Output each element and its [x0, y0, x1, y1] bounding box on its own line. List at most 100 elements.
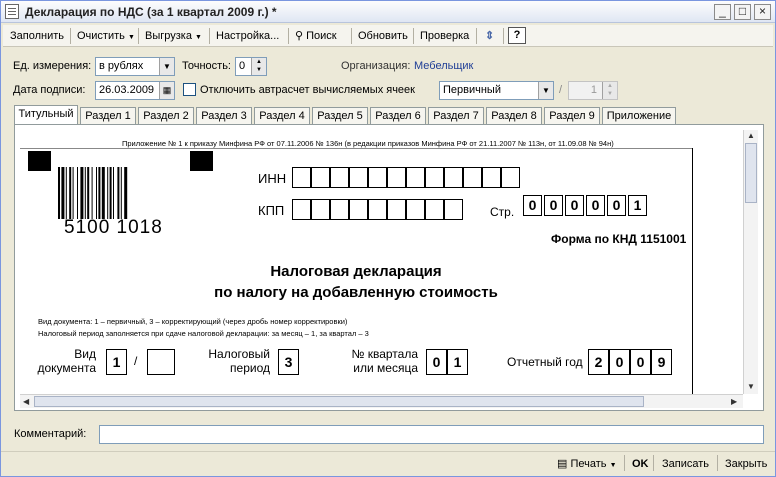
tab-section-7[interactable]: Раздел 7 [428, 107, 484, 124]
doc-kind-select[interactable]: Первичный ▼ [439, 81, 554, 100]
tab-section-6[interactable]: Раздел 6 [370, 107, 426, 124]
declaration-title-line1: Налоговая декларация [270, 263, 442, 280]
kpp-cell[interactable] [406, 199, 425, 220]
upload-button[interactable]: Выгрузка ▼ [140, 27, 207, 45]
doc-kind-label: Вид документа [30, 347, 96, 375]
page-digit: 0 [523, 195, 542, 216]
binoculars-icon: ⚲ [295, 30, 304, 42]
scroll-down-arrow-icon[interactable]: ▼ [747, 382, 755, 391]
scroll-left-arrow-icon[interactable]: ◀ [23, 397, 29, 406]
print-button[interactable]: ▤ Печать ▼ [551, 455, 623, 473]
precision-spinner[interactable]: 0 ▲ ▼ [235, 57, 267, 76]
kpp-cell[interactable] [349, 199, 368, 220]
chevron-down-icon: ▼ [609, 462, 617, 469]
kpp-cell[interactable] [444, 199, 463, 220]
horizontal-scrollbar[interactable]: ◀ ▶ [20, 394, 743, 408]
check-button[interactable]: Проверка [415, 27, 474, 45]
autocalc-checkbox[interactable] [183, 83, 196, 96]
clear-button[interactable]: Очистить ▼ [72, 27, 140, 45]
org-label: Организация: [341, 60, 411, 72]
tab-section-5[interactable]: Раздел 5 [312, 107, 368, 124]
quarter-digit[interactable]: 1 [447, 349, 468, 375]
date-field[interactable]: 26.03.2009 ▦ [95, 81, 175, 100]
ok-button[interactable]: OK [626, 455, 655, 473]
barcode-bar [77, 167, 78, 219]
search-button[interactable]: ⚲ Поиск [290, 27, 342, 45]
tax-period-cell[interactable]: 3 [278, 349, 299, 375]
tab-section-2[interactable]: Раздел 2 [138, 107, 194, 124]
tax-period-label-line2: период [230, 361, 270, 375]
refresh-button[interactable]: Обновить [353, 27, 413, 45]
inn-cell[interactable] [292, 167, 311, 188]
close-button[interactable]: Закрыть [719, 455, 773, 473]
org-value[interactable]: Мебельщик [414, 60, 473, 72]
inn-cell[interactable] [387, 167, 406, 188]
calendar-icon[interactable]: ▦ [159, 82, 174, 99]
tab-appendix[interactable]: Приложение [602, 107, 676, 124]
horizontal-scroll-thumb[interactable] [34, 396, 644, 407]
autocalc-label[interactable]: Отключить автрасчет вычисляемых ячеек [200, 84, 415, 96]
kpp-cell[interactable] [425, 199, 444, 220]
expand-arrows-icon[interactable]: ⇕ [480, 27, 499, 45]
scroll-right-arrow-icon[interactable]: ▶ [731, 397, 737, 406]
footer-separator [717, 455, 718, 471]
quarter-digit[interactable]: 0 [426, 349, 447, 375]
maximize-button[interactable]: □ [734, 4, 751, 20]
toolbar-separator [476, 28, 477, 44]
tab-title-page[interactable]: Титульный [14, 105, 78, 125]
inn-cell[interactable] [482, 167, 501, 188]
inn-cell[interactable] [406, 167, 425, 188]
comment-input[interactable] [99, 425, 764, 444]
tab-section-1[interactable]: Раздел 1 [80, 107, 136, 124]
inn-cell[interactable] [501, 167, 520, 188]
page-digit: 1 [628, 195, 647, 216]
year-digit[interactable]: 0 [630, 349, 651, 375]
title-bar: Декларация по НДС (за 1 квартал 2009 г.)… [1, 1, 775, 23]
kpp-label: КПП [258, 203, 285, 218]
kpp-cell[interactable] [292, 199, 311, 220]
unit-select[interactable]: в рублях ▼ [95, 57, 175, 76]
minimize-button[interactable]: _ [714, 4, 731, 20]
clear-label: Очистить [77, 30, 125, 42]
save-button[interactable]: Записать [656, 455, 715, 473]
settings-button[interactable]: Настройка... [211, 27, 284, 45]
page-digit: 0 [607, 195, 626, 216]
vertical-scroll-thumb[interactable] [745, 143, 757, 203]
scroll-up-arrow-icon[interactable]: ▲ [747, 131, 755, 140]
tab-section-3[interactable]: Раздел 3 [196, 107, 252, 124]
inn-cell[interactable] [368, 167, 387, 188]
inn-cell[interactable] [330, 167, 349, 188]
inn-cell[interactable] [349, 167, 368, 188]
kpp-cell[interactable] [330, 199, 349, 220]
doc-kind-cell[interactable]: 1 [106, 349, 127, 375]
tab-section-8[interactable]: Раздел 8 [486, 107, 542, 124]
barcode-bar [58, 167, 60, 219]
inn-cell[interactable] [425, 167, 444, 188]
barcode-bar [124, 167, 128, 219]
close-window-button[interactable]: × [754, 4, 771, 20]
inn-cell[interactable] [444, 167, 463, 188]
chevron-down-icon[interactable]: ▼ [538, 82, 553, 99]
correction-number-cell[interactable] [147, 349, 175, 375]
kpp-cell[interactable] [387, 199, 406, 220]
precision-label: Точность: [182, 60, 231, 72]
tab-section-4[interactable]: Раздел 4 [254, 107, 310, 124]
chevron-down-icon[interactable]: ▼ [159, 58, 174, 75]
kpp-cell[interactable] [368, 199, 387, 220]
kpp-cell[interactable] [311, 199, 330, 220]
year-digit[interactable]: 9 [651, 349, 672, 375]
quarter-label: № квартала или месяца [330, 347, 419, 375]
vertical-scrollbar[interactable]: ▲ ▼ [743, 130, 758, 394]
spinner-arrows-icon[interactable]: ▲ ▼ [251, 58, 266, 75]
year-digit[interactable]: 0 [609, 349, 630, 375]
inn-cell[interactable] [311, 167, 330, 188]
fill-button[interactable]: Заполнить [5, 27, 69, 45]
comment-label: Комментарий: [14, 428, 87, 440]
year-digit[interactable]: 2 [588, 349, 609, 375]
declaration-sheet[interactable]: Приложение № 1 к приказу Минфина РФ от 0… [20, 130, 743, 394]
tab-section-9[interactable]: Раздел 9 [544, 107, 600, 124]
help-button[interactable]: ? [508, 27, 526, 44]
barcode-bar [109, 167, 112, 219]
inn-cell[interactable] [463, 167, 482, 188]
toolbar: Заполнить Очистить ▼ Выгрузка ▼ Настройк… [3, 25, 773, 47]
